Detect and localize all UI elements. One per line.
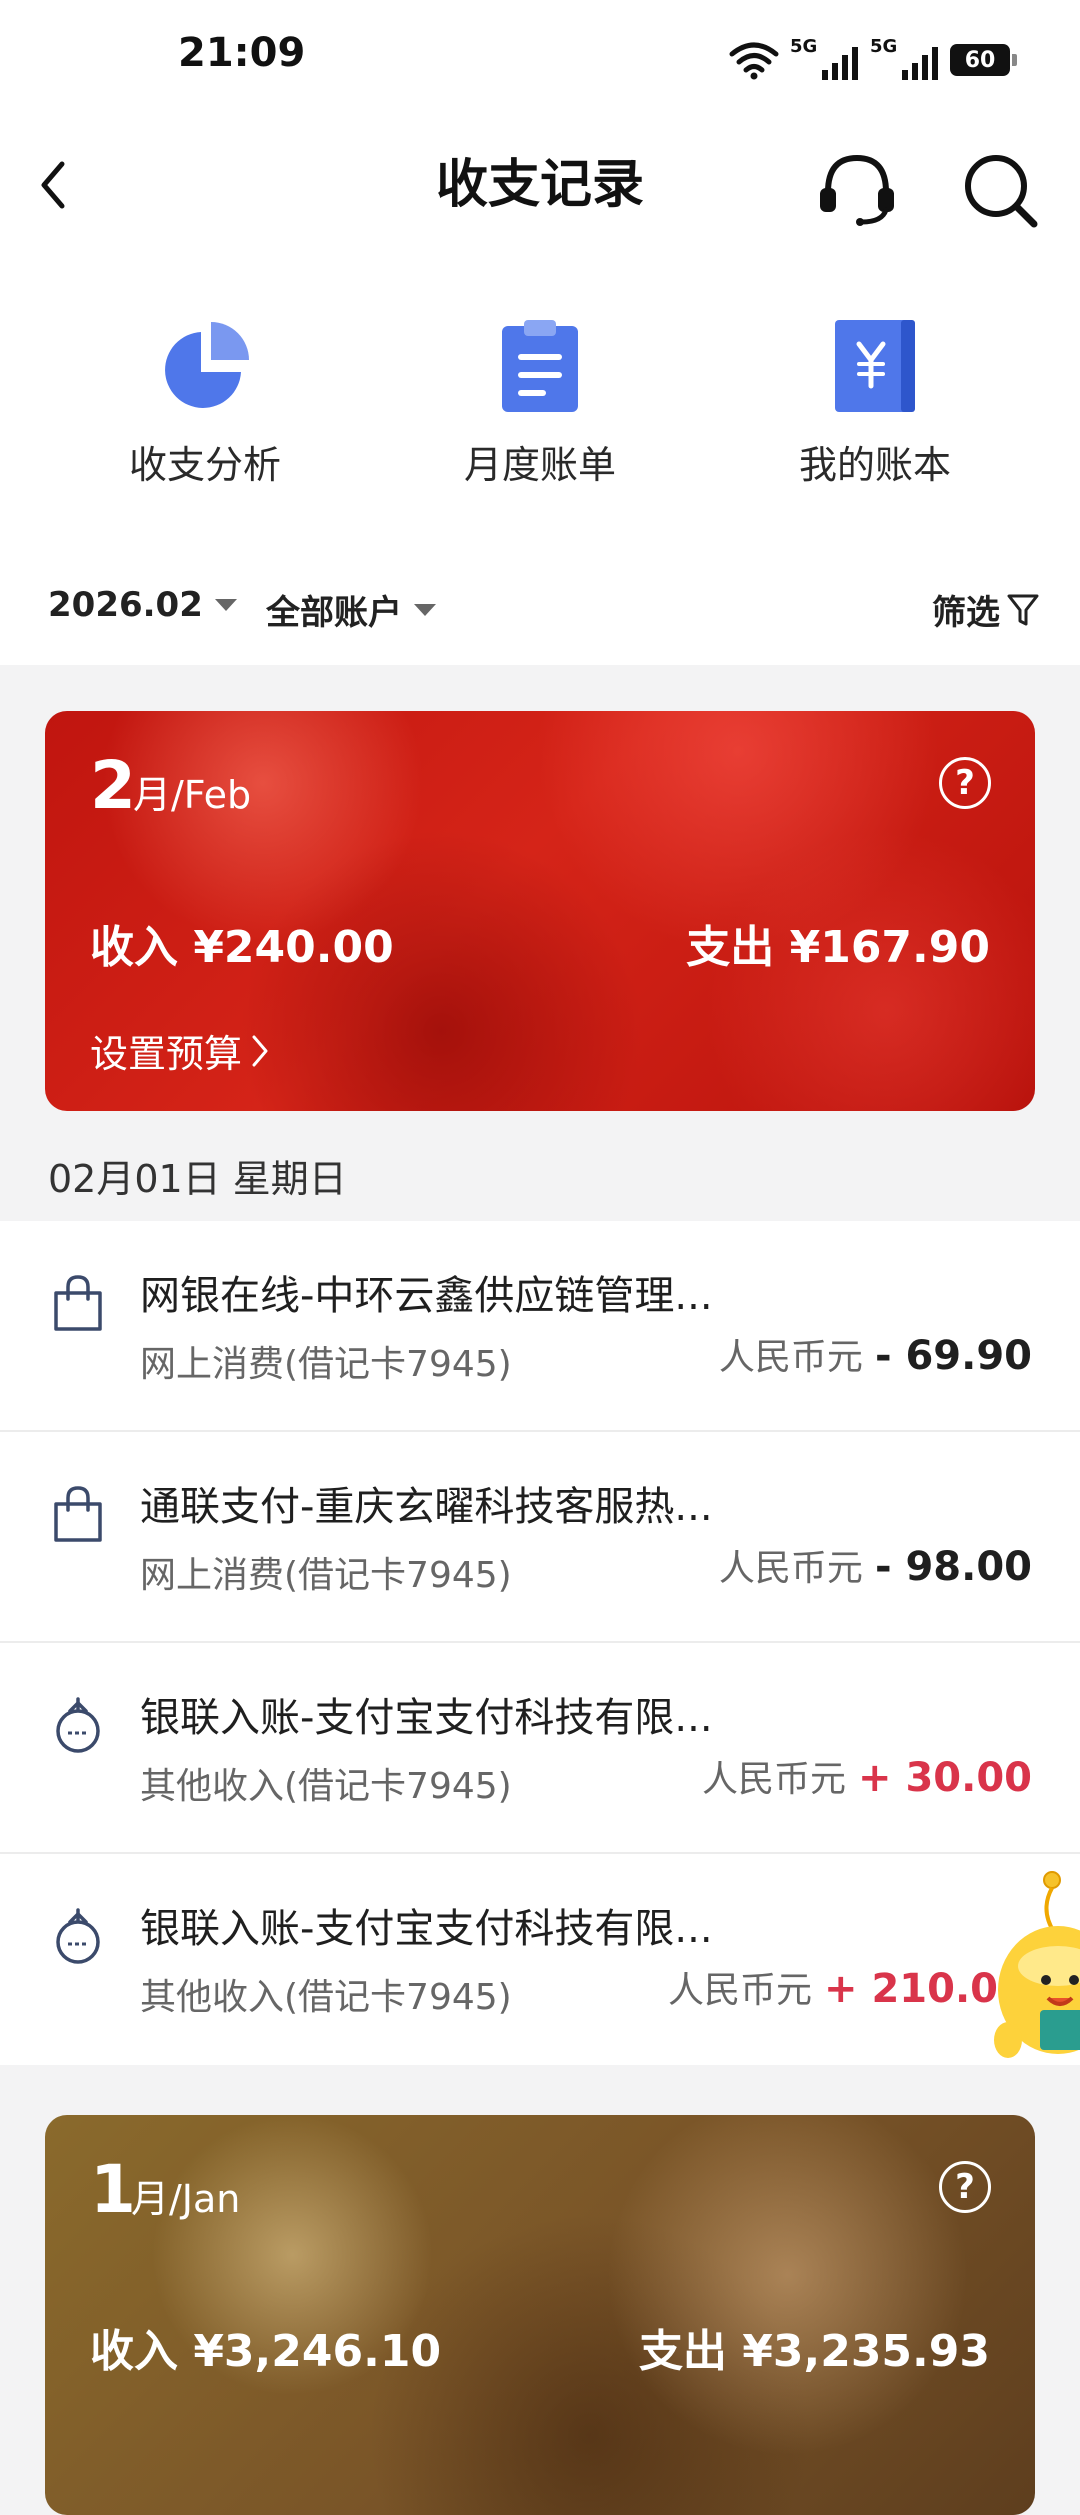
shopping-bag-icon xyxy=(54,1486,102,1542)
caret-down-icon xyxy=(214,599,237,611)
filter-label: 筛选 xyxy=(932,593,1000,633)
shortcut-label: 月度账单 xyxy=(463,443,616,487)
transaction-value: + 210.0 xyxy=(824,1966,998,2012)
month-name: 月/Jan xyxy=(131,2177,241,2221)
transaction-list: 网银在线-中环云鑫供应链管理... 网上消费(借记卡7945) 人民币元 - 69… xyxy=(0,1221,1080,2065)
money-pouch-icon xyxy=(56,1908,100,1964)
wifi-icon xyxy=(729,42,779,80)
transaction-category: 网上消费(借记卡7945) xyxy=(140,1555,512,1596)
transaction-row[interactable]: 银联入账-支付宝支付科技有限... 其他收入(借记卡7945) 人民币元 + 30… xyxy=(0,1643,1080,1854)
search-button[interactable] xyxy=(958,148,1044,230)
month-income: 收入 ¥3,246.10 xyxy=(90,2326,442,2377)
clipboard-icon xyxy=(502,320,578,412)
transaction-title: 网银在线-中环云鑫供应链管理... xyxy=(140,1273,713,1319)
help-icon[interactable]: ? xyxy=(939,2161,991,2213)
month-expense: 支出 ¥3,235.93 xyxy=(638,2326,990,2377)
battery-icon: 60 xyxy=(950,44,1017,76)
account-filter-value: 全部账户 xyxy=(266,593,402,633)
network-type: 5G xyxy=(870,36,898,57)
date-filter-dropdown[interactable]: 2026.02 xyxy=(48,585,237,625)
headset-icon xyxy=(820,154,894,226)
status-icons: 5G 5G 60 xyxy=(728,36,1017,84)
transaction-category: 其他收入(借记卡7945) xyxy=(140,1766,512,1807)
caret-down-icon xyxy=(414,603,436,616)
pie-chart-icon xyxy=(165,322,249,408)
month-number: 2 xyxy=(90,747,136,824)
month-name: 月/Feb xyxy=(133,773,252,817)
transaction-currency: 人民币元 xyxy=(718,1548,863,1589)
transaction-value: - 69.90 xyxy=(874,1333,1032,1379)
signal-icon: 5G xyxy=(870,36,940,84)
month-summary-card-feb[interactable]: 2 月/Feb ? 收入 ¥240.00 支出 ¥167.90 设置预算 xyxy=(45,711,1035,1111)
account-filter-dropdown[interactable]: 全部账户 xyxy=(266,585,436,634)
transaction-title: 银联入账-支付宝支付科技有限... xyxy=(140,1695,713,1741)
set-budget-label: 设置预算 xyxy=(90,1032,243,1076)
transaction-row[interactable]: 通联支付-重庆玄曜科技客服热... 网上消费(借记卡7945) 人民币元 - 98… xyxy=(0,1432,1080,1643)
mascot-floating-button[interactable] xyxy=(980,1870,1080,2080)
customer-service-button[interactable] xyxy=(814,150,900,226)
search-icon xyxy=(965,155,1038,228)
date-filter-value: 2026.02 xyxy=(48,585,203,625)
status-time: 21:09 xyxy=(178,30,306,76)
transaction-currency: 人民币元 xyxy=(718,1337,863,1378)
chevron-right-icon xyxy=(252,1035,268,1066)
filter-button[interactable]: 筛选 xyxy=(932,585,1040,634)
transaction-amount: 人民币元 - 69.90 xyxy=(719,1328,1032,1380)
shopping-bag-icon xyxy=(54,1275,102,1331)
ledger-yuan-icon xyxy=(835,320,915,412)
date-group-header: 02月01日 星期日 xyxy=(48,1157,347,1201)
transaction-amount: 人民币元 + 210.0 xyxy=(668,1961,998,2013)
month-number: 1 xyxy=(90,2151,136,2228)
month-summary-card-jan[interactable]: 1 月/Jan ? 收入 ¥3,246.10 支出 ¥3,235.93 xyxy=(45,2115,1035,2515)
transaction-amount: 人民币元 - 98.00 xyxy=(719,1539,1032,1591)
month-income: 收入 ¥240.00 xyxy=(90,922,394,973)
month-expense: 支出 ¥167.90 xyxy=(686,922,990,973)
transaction-category: 其他收入(借记卡7945) xyxy=(140,1977,512,2018)
shortcut-analysis[interactable]: 收支分析 xyxy=(70,316,340,489)
money-pouch-icon xyxy=(56,1697,100,1753)
shortcut-my-ledger[interactable]: 我的账本 xyxy=(740,316,1010,489)
transaction-value: + 30.00 xyxy=(858,1755,1032,1801)
transaction-row[interactable]: 网银在线-中环云鑫供应链管理... 网上消费(借记卡7945) 人民币元 - 69… xyxy=(0,1221,1080,1432)
network-type: 5G xyxy=(790,36,818,57)
transaction-value: - 98.00 xyxy=(874,1544,1032,1590)
signal-icon: 5G xyxy=(790,36,860,84)
transaction-amount: 人民币元 + 30.00 xyxy=(702,1750,1032,1802)
transaction-currency: 人民币元 xyxy=(702,1759,847,1800)
set-budget-link[interactable]: 设置预算 xyxy=(90,1023,270,1078)
transaction-category: 网上消费(借记卡7945) xyxy=(140,1344,512,1385)
transaction-title: 通联支付-重庆玄曜科技客服热... xyxy=(140,1484,713,1530)
help-icon[interactable]: ? xyxy=(939,757,991,809)
transaction-title: 银联入账-支付宝支付科技有限... xyxy=(140,1906,713,1952)
transaction-currency: 人民币元 xyxy=(668,1970,813,2011)
transaction-row[interactable]: 银联入账-支付宝支付科技有限... 其他收入(借记卡7945) 人民币元 + 21… xyxy=(0,1854,1080,2065)
back-button[interactable] xyxy=(38,150,92,220)
shortcut-label: 我的账本 xyxy=(798,443,951,487)
chevron-left-icon xyxy=(41,161,65,209)
shortcut-monthly-bill[interactable]: 月度账单 xyxy=(405,316,675,489)
shortcut-label: 收支分析 xyxy=(128,443,281,487)
funnel-icon xyxy=(1007,594,1039,625)
